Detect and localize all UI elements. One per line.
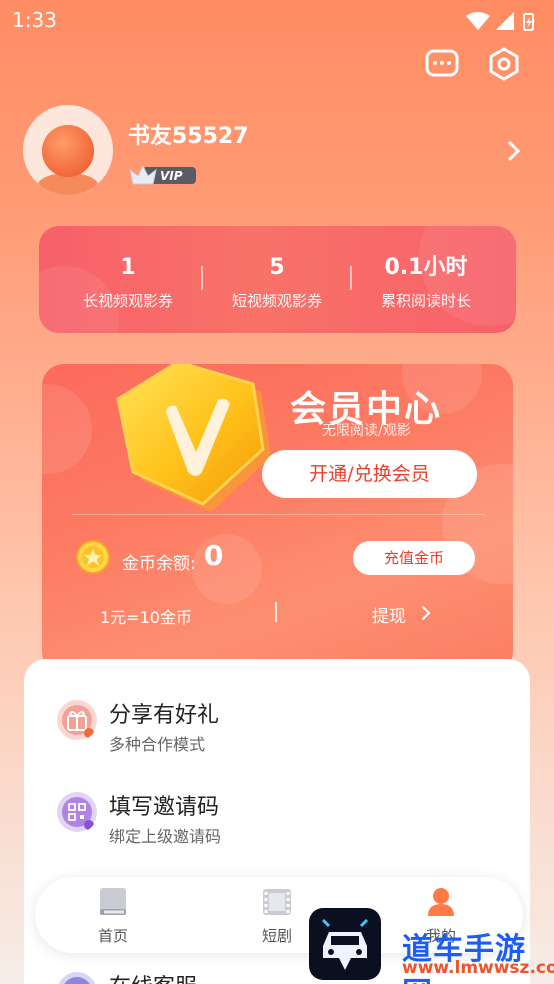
member-card: 会员中心 无限阅读/观影 开通/兑换会员 金币余额: 0 充值金币 1元=10金… <box>42 364 513 674</box>
book-icon <box>100 888 126 915</box>
stat-label: 长视频观影券 <box>82 292 173 310</box>
car-icon <box>321 918 369 970</box>
rate-divider <box>275 602 277 622</box>
coin-balance-label: 金币余额: <box>122 554 196 574</box>
open-vip-button[interactable]: 开通/兑换会员 <box>262 450 477 498</box>
chevron-right-icon[interactable] <box>420 605 432 621</box>
signal-icon <box>496 12 514 30</box>
menu-item-title: 分享有好礼 <box>109 703 220 728</box>
nav-label: 短剧 <box>261 927 292 945</box>
withdraw-link[interactable]: 提现 <box>372 602 406 627</box>
film-icon <box>263 889 291 915</box>
chevron-right-icon[interactable] <box>504 138 524 164</box>
status-bar: 1:33 <box>0 0 554 40</box>
menu-item-subtitle: 绑定上级邀请码 <box>109 827 222 846</box>
watermark-url: www.lmwwsz.com <box>402 958 554 978</box>
customer-service-icon <box>58 972 96 984</box>
card-divider <box>72 514 485 515</box>
vip-gem-icon <box>116 364 271 512</box>
stat-label: 累积阅读时长 <box>380 292 471 310</box>
menu-item-title: 在线客服 <box>109 969 197 984</box>
stat-reading-time[interactable]: 0.1小时 累积阅读时长 <box>346 254 506 311</box>
message-icon[interactable] <box>424 46 460 82</box>
avatar-person-icon <box>38 125 98 195</box>
vip-badge: VIP <box>129 164 196 185</box>
stat-long-video[interactable]: 1 长视频观影券 <box>48 254 208 311</box>
stat-value: 0.1小时 <box>384 255 468 280</box>
stat-value: 1 <box>120 255 136 280</box>
vip-badge-label: VIP <box>160 169 183 183</box>
wifi-icon <box>466 12 490 30</box>
qr-code-icon <box>57 792 97 832</box>
menu-item-invite-code[interactable]: 填写邀请码 绑定上级邀请码 <box>24 783 530 853</box>
coin-balance-value: 0 <box>204 539 224 572</box>
nav-tab-home[interactable]: 首页 <box>73 885 153 946</box>
member-center-subtitle: 无限阅读/观影 <box>322 423 411 439</box>
avatar[interactable] <box>23 105 113 195</box>
menu-item-title: 填写邀请码 <box>109 795 220 820</box>
status-icons <box>466 12 534 31</box>
stat-value: 5 <box>269 255 285 280</box>
person-icon <box>428 888 454 916</box>
exchange-rate: 1元=10金币 <box>100 608 192 627</box>
nav-tab-short-drama[interactable]: 短剧 <box>237 885 317 946</box>
coin-icon <box>76 540 110 574</box>
stat-short-video[interactable]: 5 短视频观影券 <box>197 254 357 311</box>
menu-item-subtitle: 多种合作模式 <box>109 735 206 754</box>
settings-icon[interactable] <box>486 46 522 82</box>
nav-label: 首页 <box>97 927 128 945</box>
recharge-coins-button[interactable]: 充值金币 <box>353 541 475 575</box>
stat-label: 短视频观影券 <box>231 292 322 310</box>
stats-card: 1 长视频观影券 5 短视频观影券 0.1小时 累积阅读时长 <box>39 226 516 333</box>
status-time: 1:33 <box>12 8 57 32</box>
watermark-logo <box>309 908 381 980</box>
gift-icon <box>57 700 97 740</box>
menu-item-share[interactable]: 分享有好礼 多种合作模式 <box>24 691 530 761</box>
username[interactable]: 书友55527 <box>128 118 249 150</box>
